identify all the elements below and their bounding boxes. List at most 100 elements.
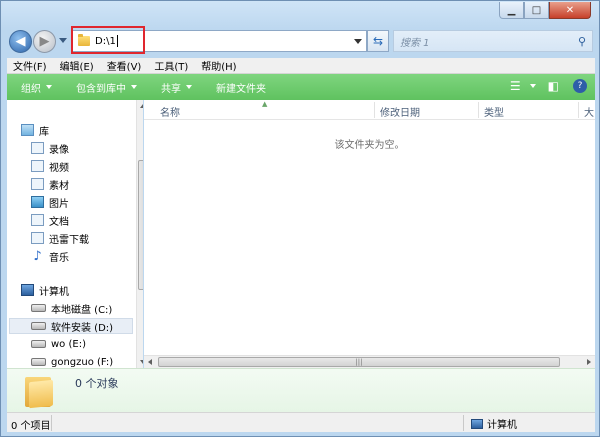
arrow-left-icon: ◀: [15, 34, 26, 49]
status-divider: [51, 415, 52, 431]
back-button[interactable]: ◀: [9, 30, 32, 53]
address-bar[interactable]: D:\1: [71, 30, 367, 52]
tree-item-library[interactable]: 录像: [31, 140, 69, 156]
minimize-icon: ▁: [507, 4, 516, 16]
column-name[interactable]: 名称: [160, 104, 180, 119]
scroll-left-icon[interactable]: [148, 359, 152, 365]
tree-item-label: 音乐: [49, 252, 69, 264]
folder-icon: [78, 34, 90, 46]
tree-item-label: 库: [39, 126, 49, 138]
navigation-pane: 库 录像 视频 素材 图片 文档 迅雷下载 ♪ 音乐 计算机 本地磁盘 (C:)…: [7, 100, 143, 368]
address-dropdown-icon[interactable]: [354, 39, 362, 44]
column-date-modified[interactable]: 修改日期: [380, 104, 420, 119]
menu-tools[interactable]: 工具(T): [154, 58, 188, 73]
menu-help[interactable]: 帮助(H): [201, 58, 236, 73]
grip-icon: |||: [355, 358, 363, 366]
view-controls: ☰ ◧ ?: [498, 79, 587, 93]
library-icon: [31, 232, 44, 244]
share-button[interactable]: 共享: [161, 80, 192, 95]
picture-library-icon: [31, 196, 44, 208]
tree-item-library[interactable]: 图片: [31, 194, 69, 210]
column-divider[interactable]: [578, 102, 579, 118]
file-list: ▲ 名称 修改日期 类型 大 该文件夹为空。 |||: [144, 100, 595, 368]
text-caret: [116, 35, 118, 47]
refresh-button[interactable]: ⇆: [367, 30, 389, 52]
organize-button[interactable]: 组织: [21, 80, 52, 95]
tree-item-library[interactable]: 素材: [31, 176, 69, 192]
tree-item-libraries[interactable]: 库: [21, 122, 49, 138]
include-in-library-label: 包含到库中: [76, 83, 126, 95]
tree-item-label: 迅雷下载: [49, 234, 89, 246]
search-box[interactable]: 搜索 1 ⚲: [393, 30, 593, 52]
chevron-down-icon: [46, 85, 52, 89]
command-bar: 组织 包含到库中 共享 新建文件夹 ☰ ◧ ?: [7, 74, 595, 100]
chevron-down-icon: [529, 84, 536, 88]
tree-item-drive[interactable]: wo (E:): [31, 336, 86, 352]
help-icon[interactable]: ?: [573, 79, 587, 93]
navigation-pane-scrollbar[interactable]: [136, 100, 143, 368]
navigation-bar: ◀ ▶ D:\1 ⇆ 搜索 1 ⚲: [9, 26, 593, 55]
video-library-icon: [31, 142, 44, 154]
status-location-label: 计算机: [487, 420, 517, 431]
tree-item-label: 本地磁盘 (C:): [51, 304, 113, 316]
column-divider[interactable]: [374, 102, 375, 118]
tree-item-label: 素材: [49, 180, 69, 192]
menu-edit[interactable]: 编辑(E): [60, 58, 94, 73]
column-size[interactable]: 大: [584, 104, 594, 119]
new-folder-button[interactable]: 新建文件夹: [216, 80, 266, 95]
tree-item-label: 图片: [49, 198, 69, 210]
explorer-window: ▁ □ ✕ ◀ ▶ D:\1 ⇆ 搜索 1 ⚲ 文件(F) 编辑(E) 查看(V…: [0, 0, 600, 437]
scroll-up-icon[interactable]: [140, 104, 143, 108]
item-count: 0 个项目: [11, 421, 51, 432]
tree-item-drive[interactable]: gongzuo (F:): [31, 354, 113, 368]
scroll-down-icon[interactable]: [140, 360, 143, 364]
library-icon: [31, 178, 44, 190]
refresh-icon: ⇆: [372, 34, 384, 48]
status-location: 计算机: [471, 416, 517, 431]
chevron-down-icon: [186, 85, 192, 89]
sort-indicator-icon: ▲: [262, 100, 268, 108]
column-type[interactable]: 类型: [484, 104, 504, 119]
details-pane: 0 个对象: [7, 368, 595, 412]
drive-icon: [31, 304, 46, 312]
drive-icon: [31, 358, 46, 366]
search-icon[interactable]: ⚲: [578, 35, 586, 48]
tree-item-library[interactable]: ♪ 音乐: [31, 248, 69, 264]
tree-item-drive-selected[interactable]: 软件安装 (D:): [9, 318, 133, 334]
tree-item-library[interactable]: 视频: [31, 158, 69, 174]
include-in-library-button[interactable]: 包含到库中: [76, 80, 137, 95]
chevron-down-icon: [131, 85, 137, 89]
tree-item-library[interactable]: 迅雷下载: [31, 230, 89, 246]
tree-item-label: 文档: [49, 216, 69, 228]
minimize-button[interactable]: ▁: [499, 2, 524, 19]
scroll-thumb[interactable]: |||: [158, 357, 560, 367]
horizontal-scrollbar[interactable]: |||: [144, 355, 595, 368]
preview-pane-icon[interactable]: ◧: [548, 79, 559, 93]
close-button[interactable]: ✕: [549, 2, 591, 19]
document-library-icon: [31, 214, 44, 226]
tree-item-library[interactable]: 文档: [31, 212, 69, 228]
scroll-thumb[interactable]: [138, 160, 143, 290]
library-icon: [21, 124, 34, 136]
tree-item-label: 录像: [49, 144, 69, 156]
organize-label: 组织: [21, 83, 41, 95]
address-path[interactable]: D:\1: [95, 36, 116, 47]
menu-view[interactable]: 查看(V): [107, 58, 142, 73]
video-library-icon: [31, 160, 44, 172]
scroll-right-icon[interactable]: [587, 359, 591, 365]
new-folder-label: 新建文件夹: [216, 83, 266, 95]
status-divider: [463, 415, 464, 431]
menu-bar: 文件(F) 编辑(E) 查看(V) 工具(T) 帮助(H): [7, 58, 595, 74]
view-options-icon[interactable]: ☰: [510, 79, 521, 93]
close-icon: ✕: [565, 4, 575, 16]
view-options-dropdown[interactable]: [525, 84, 536, 88]
drive-icon: [31, 340, 46, 348]
status-bar: 0 个项目 计算机: [7, 412, 595, 432]
forward-button[interactable]: ▶: [33, 30, 56, 53]
tree-item-computer[interactable]: 计算机: [21, 282, 69, 298]
menu-file[interactable]: 文件(F): [13, 58, 47, 73]
maximize-button[interactable]: □: [524, 2, 549, 19]
tree-item-drive[interactable]: 本地磁盘 (C:): [31, 300, 112, 316]
column-divider[interactable]: [478, 102, 479, 118]
recent-pages-dropdown[interactable]: [59, 38, 67, 43]
